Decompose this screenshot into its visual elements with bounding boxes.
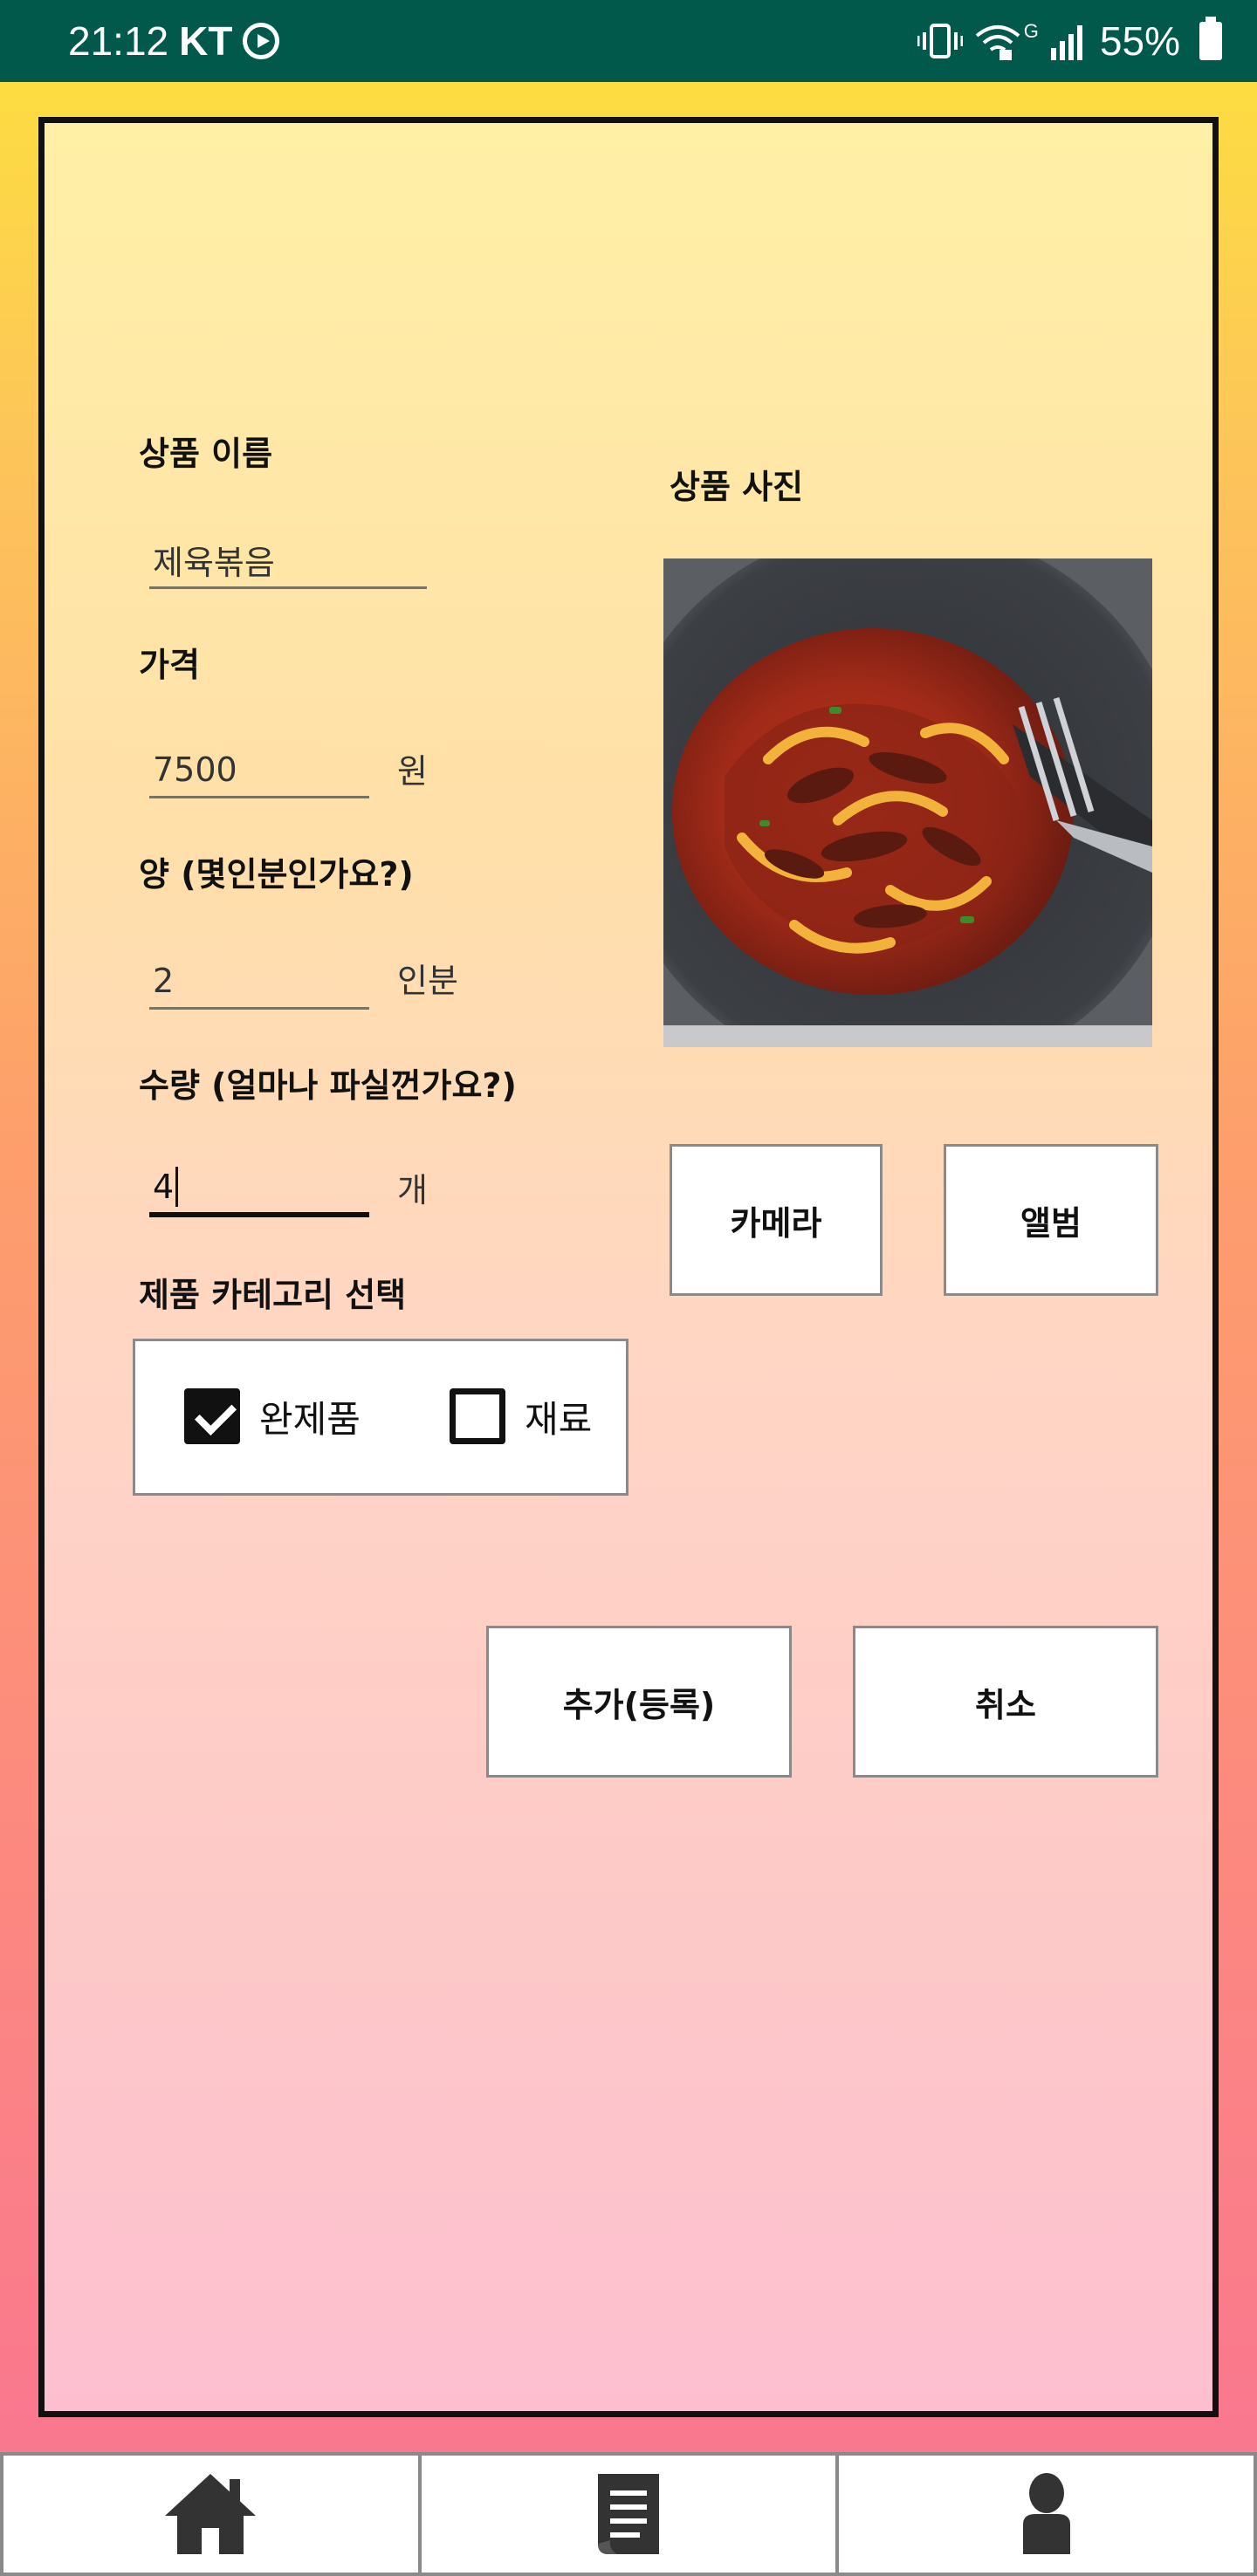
nav-tab-profile[interactable] (837, 2452, 1257, 2576)
category-label: 제품 카테고리 선택 (139, 1276, 407, 1314)
price-input[interactable]: 7500 (149, 743, 369, 798)
price-label: 가격 (139, 646, 200, 684)
price-unit: 원 (397, 752, 428, 791)
portion-label: 양 (몇인분인가요?) (139, 855, 414, 894)
nav-tab-home[interactable] (0, 2452, 420, 2576)
media-play-icon (243, 23, 280, 59)
signal-icon (1050, 25, 1082, 60)
person-icon (1022, 2473, 1070, 2554)
product-name-label: 상품 이름 (139, 435, 273, 473)
product-photo (663, 558, 1152, 1047)
quantity-unit: 개 (397, 1171, 428, 1209)
home-icon (165, 2474, 257, 2554)
vibrate-icon (917, 24, 963, 58)
category-selector: 완제품 재료 (133, 1339, 628, 1496)
battery-icon (1199, 17, 1222, 60)
food-photo-image (663, 558, 1152, 1047)
category-option-label: 재료 (525, 1397, 593, 1441)
category-option-finished[interactable]: 완제품 (184, 1388, 361, 1444)
bottom-nav (0, 2452, 1257, 2576)
portion-unit: 인분 (397, 962, 458, 1000)
text-caret (175, 1167, 179, 1207)
nav-tab-list[interactable] (419, 2452, 838, 2576)
quantity-value: 4 (153, 1168, 175, 1206)
status-bar: 21:12 KT G 55% (0, 0, 1257, 82)
add-register-button[interactable]: 추가(등록) (486, 1626, 792, 1778)
product-photo-label: 상품 사진 (670, 468, 804, 506)
status-carrier: KT (179, 18, 233, 64)
quantity-label: 수량 (얼마나 파실껀가요?) (139, 1066, 517, 1105)
cancel-button[interactable]: 취소 (853, 1626, 1158, 1778)
category-option-ingredient[interactable]: 재료 (450, 1388, 592, 1444)
status-right: G 55% (917, 17, 1222, 65)
category-option-label: 완제품 (259, 1397, 361, 1441)
product-name-input[interactable]: 제육볶음 (149, 533, 427, 589)
quantity-input[interactable]: 4 (149, 1161, 369, 1217)
album-button[interactable]: 앨범 (944, 1144, 1158, 1296)
checkbox-checked-icon[interactable] (184, 1388, 240, 1444)
wifi-icon (975, 25, 1020, 60)
camera-button[interactable]: 카메라 (670, 1144, 883, 1296)
product-form-card: 상품 이름 제육볶음 가격 7500 원 양 (몇인분인가요?) 2 인분 수량… (38, 117, 1219, 2417)
status-time: 21:12 (68, 18, 169, 64)
document-list-icon (598, 2474, 659, 2554)
checkbox-unchecked-icon[interactable] (450, 1388, 505, 1444)
battery-percent: 55% (1099, 18, 1180, 64)
status-left: 21:12 KT (68, 17, 280, 65)
portion-input[interactable]: 2 (149, 954, 369, 1010)
network-badge: G (1023, 20, 1039, 42)
